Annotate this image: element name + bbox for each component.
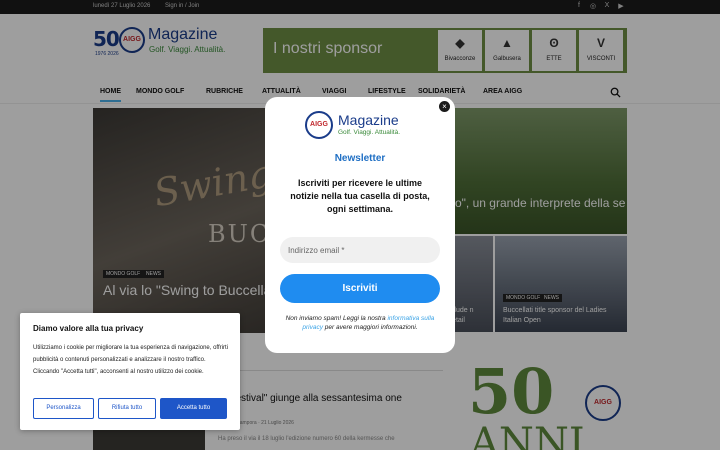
newsletter-title: Newsletter [334, 153, 386, 164]
close-icon[interactable]: × [439, 101, 450, 112]
newsletter-modal: × AIGG Magazine Golf. Viaggi. Attualità.… [265, 97, 455, 353]
modal-logo-tagline: Golf. Viaggi. Attualità. [338, 129, 401, 136]
cookie-text: Utilizziamo i cookie per migliorare la t… [33, 345, 228, 375]
customize-button[interactable]: Personalizza [33, 398, 94, 419]
accept-all-button[interactable]: Accetta tutto [160, 398, 227, 419]
modal-logo-name: Magazine [338, 112, 399, 128]
modal-logo-circle: AIGG [305, 111, 333, 139]
privacy-note: Non inviamo spam! Leggi la nostra inform… [279, 314, 441, 332]
email-field[interactable] [280, 237, 440, 263]
reject-all-button[interactable]: Rifiuta tutto [98, 398, 156, 419]
cookie-banner: Diamo valore alla tua privacy Utilizziam… [20, 313, 240, 430]
privacy-text: per avere maggiori informazioni. [322, 324, 418, 331]
privacy-text: Non inviamo spam! Leggi la nostra [285, 315, 388, 322]
modal-logo: AIGG Magazine Golf. Viaggi. Attualità. [305, 111, 425, 139]
cookie-title: Diamo valore alla tua privacy [33, 324, 144, 333]
newsletter-description: Iscriviti per ricevere le ultime notizie… [290, 178, 430, 214]
subscribe-button[interactable]: Iscriviti [280, 274, 440, 303]
